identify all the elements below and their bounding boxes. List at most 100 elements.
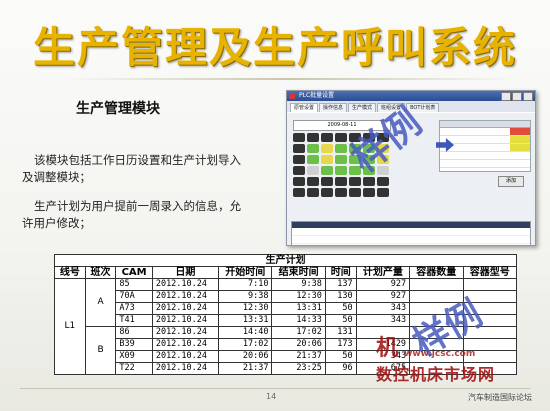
table-cell: 2012.10.24 <box>151 338 220 351</box>
table-cell: 2012.10.24 <box>151 302 220 315</box>
table-cell: 2012.10.24 <box>151 278 220 291</box>
table-cell: 21:37 <box>271 350 326 363</box>
table-cell: 14:33 <box>271 314 326 327</box>
calendar-day <box>363 188 375 197</box>
table-cell: 17:02 <box>271 326 326 339</box>
slide-title: 生产管理及生产呼叫系统 <box>32 23 517 72</box>
add-button: 添加 <box>498 176 524 187</box>
table-cell <box>409 278 464 291</box>
table-cell: X09 <box>115 350 153 363</box>
calendar-day <box>377 188 389 197</box>
line-cell: L1 <box>54 278 86 375</box>
calendar-day <box>307 188 319 197</box>
table-cell: 2012.10.24 <box>151 350 220 363</box>
calendar-day <box>335 166 347 175</box>
calendar-day <box>335 188 347 197</box>
calendar-day <box>307 177 319 186</box>
column-header: CAM <box>115 266 153 279</box>
calendar-day <box>335 155 347 164</box>
table-cell: 14:40 <box>217 326 273 339</box>
table-cell: 2012.10.24 <box>151 326 220 339</box>
table-cell: 927 <box>355 278 411 291</box>
shift-table <box>291 221 531 245</box>
calendar-day <box>377 177 389 186</box>
table-cell: 7:10 <box>217 278 273 291</box>
table-cell: 173 <box>324 338 357 351</box>
watermark-site: www.jcsc.com <box>404 349 476 359</box>
column-header: 班次 <box>84 266 117 279</box>
table-caption: 生产计划 <box>54 254 517 267</box>
table-cell: 50 <box>324 314 357 327</box>
column-header: 容器数量 <box>409 266 464 279</box>
watermark-brand: 机 <box>376 336 399 361</box>
column-header: 容器型号 <box>462 266 518 279</box>
calendar-day <box>307 155 319 164</box>
calendar-day <box>321 155 333 164</box>
table-cell: 2012.10.24 <box>151 314 220 327</box>
calendar-day <box>321 177 333 186</box>
shift-cell: B <box>84 326 117 375</box>
page-number: 14 <box>266 392 277 401</box>
calendar-day <box>307 166 319 175</box>
column-header: 计划产量 <box>355 266 411 279</box>
table-cell: 50 <box>324 302 357 315</box>
calendar-day <box>293 133 305 142</box>
calendar-day <box>321 144 333 153</box>
table-header-row: 线号 班次 CAM 日期 开始时间 结束时间 时间 计划产量 容器数量 容器型号 <box>54 266 518 279</box>
table-cell: 927 <box>355 290 411 303</box>
description-paragraph-1: 该模块包括工作日历设置和生产计划导入及调整模块； <box>22 153 241 184</box>
footer-divider <box>20 388 530 389</box>
footer-text: 汽车制造国际论坛 <box>468 393 532 402</box>
calendar-day <box>349 188 361 197</box>
table-row: L1 A 85 2012.10.24 7:10 9:38 137 927 <box>54 278 518 375</box>
table-cell: 17:02 <box>217 338 273 351</box>
table-cell: 137 <box>324 278 357 291</box>
table-cell: 23:25 <box>271 362 326 375</box>
calendar-day <box>293 166 305 175</box>
table-cell: 70A <box>115 290 153 303</box>
table-cell: 20:06 <box>271 338 326 351</box>
table-cell: 9:38 <box>271 278 326 291</box>
calendar-day <box>335 177 347 186</box>
table-cell: 12:30 <box>271 290 326 303</box>
calendar-day <box>321 188 333 197</box>
table-cell: B39 <box>115 338 153 351</box>
column-header: 日期 <box>151 266 220 279</box>
window-title: PLC批量设置 <box>299 92 335 99</box>
table-cell: A73 <box>115 302 153 315</box>
window-titlebar: PLC批量设置 <box>287 91 535 101</box>
table-cell: 21:37 <box>217 362 273 375</box>
table-cell: 13:31 <box>271 302 326 315</box>
description-paragraph-2: 生产计划为用户提前一周录入的信息，允许用户修改； <box>22 199 241 230</box>
table-cell: 130 <box>324 290 357 303</box>
calendar-day <box>293 188 305 197</box>
table-cell: 50 <box>324 350 357 363</box>
calendar-day <box>293 155 305 164</box>
table-cell: 20:06 <box>217 350 273 363</box>
table-cell: 343 <box>355 302 411 315</box>
tab-settings: 原管设置 <box>290 103 319 112</box>
shift-cell: A <box>84 278 117 327</box>
calendar-day <box>307 133 319 142</box>
tab-operation: 操作信息 <box>319 103 348 112</box>
title-divider <box>60 78 520 80</box>
table-cell: 9:38 <box>217 290 273 303</box>
table-cell <box>462 278 518 291</box>
column-header: 结束时间 <box>271 266 326 279</box>
column-header: 线号 <box>54 266 86 279</box>
maximize-icon <box>512 92 522 101</box>
calendar-day <box>293 177 305 186</box>
window-controls <box>501 92 533 101</box>
table-cell: 86 <box>115 326 153 339</box>
close-icon <box>523 92 533 101</box>
table-cell: T22 <box>115 362 153 375</box>
app-icon <box>289 93 295 99</box>
table-cell: 96 <box>324 362 357 375</box>
calendar-day <box>321 166 333 175</box>
table-cell: 2012.10.24 <box>151 362 220 375</box>
table-cell: 2012.10.24 <box>151 290 220 303</box>
watermark-market: 数控机床市场网 <box>376 365 496 384</box>
section-heading: 生产管理模块 <box>76 101 160 117</box>
table-cell: 12:30 <box>217 302 273 315</box>
column-header: 时间 <box>324 266 357 279</box>
